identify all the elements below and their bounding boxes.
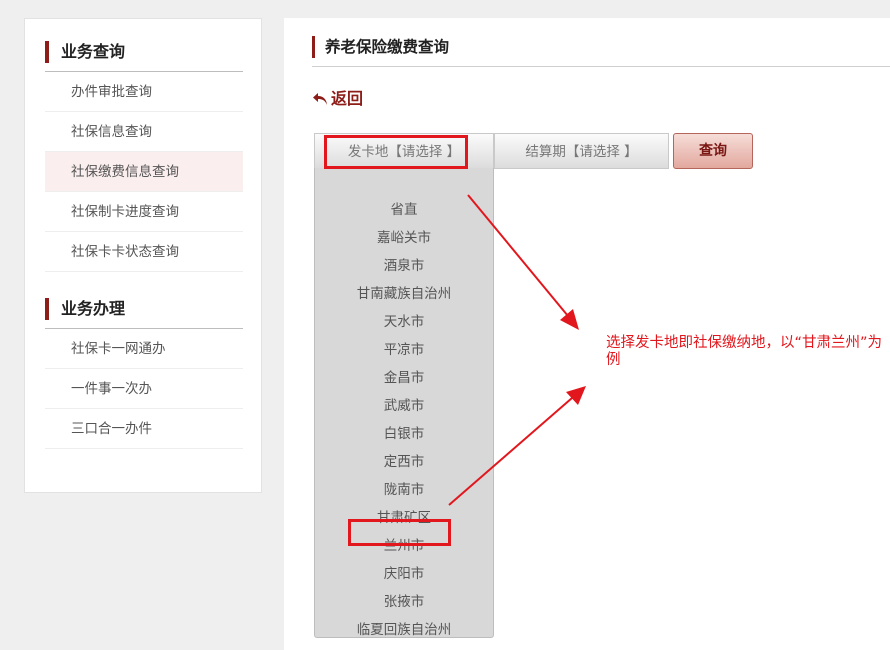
title-divider	[312, 66, 890, 67]
dropdown-option[interactable]: 张掖市	[315, 588, 493, 616]
section-title-handling: 业务办理	[45, 298, 125, 320]
annotation-text: 选择发卡地即社保缴纳地，以“甘肃兰州”为例	[606, 335, 883, 368]
sidebar-item-card-progress-query[interactable]: 社保制卡进度查询	[45, 192, 243, 232]
sidebar-item-three-in-one[interactable]: 三口合一办件	[45, 409, 243, 449]
dropdown-option[interactable]: 庆阳市	[315, 560, 493, 588]
dropdown-option[interactable]: 甘南藏族自治州	[315, 280, 493, 308]
dropdown-option[interactable]: 陇南市	[315, 476, 493, 504]
dropdown-option[interactable]: 天水市	[315, 308, 493, 336]
card-location-dropdown: 省直 嘉峪关市 酒泉市 甘南藏族自治州 天水市 平凉市 金昌市 武威市 白银市 …	[314, 168, 494, 638]
dropdown-option[interactable]: 定西市	[315, 448, 493, 476]
back-arrow-icon	[313, 93, 327, 105]
dropdown-option[interactable]: 酒泉市	[315, 252, 493, 280]
page-title: 养老保险缴费查询	[312, 36, 449, 58]
dropdown-option[interactable]: 金昌市	[315, 364, 493, 392]
sidebar: 业务查询 办件审批查询 社保信息查询 社保缴费信息查询 社保制卡进度查询 社保卡…	[24, 18, 262, 493]
sidebar-item-approval-query[interactable]: 办件审批查询	[45, 72, 243, 112]
sidebar-item-one-matter[interactable]: 一件事一次办	[45, 369, 243, 409]
main-panel: 养老保险缴费查询 返回 发卡地【请选择 】 结算期【请选择 】 查询 省直 嘉峪…	[284, 18, 890, 650]
sidebar-item-card-status-query[interactable]: 社保卡卡状态查询	[45, 232, 243, 272]
sidebar-item-social-info-query[interactable]: 社保信息查询	[45, 112, 243, 152]
dropdown-option[interactable]: 白银市	[315, 420, 493, 448]
section-title-query: 业务查询	[45, 41, 125, 63]
dropdown-option[interactable]: 省直	[315, 196, 493, 224]
sidebar-item-card-online[interactable]: 社保卡一网通办	[45, 329, 243, 369]
highlight-box-card-location	[324, 135, 468, 169]
dropdown-option[interactable]: 武威市	[315, 392, 493, 420]
query-button[interactable]: 查询	[673, 133, 753, 169]
back-link[interactable]: 返回	[312, 88, 363, 110]
highlight-box-lanzhou	[348, 519, 451, 546]
dropdown-option[interactable]: 平凉市	[315, 336, 493, 364]
back-label: 返回	[331, 89, 364, 108]
dropdown-option[interactable]: 嘉峪关市	[315, 224, 493, 252]
sidebar-item-payment-query[interactable]: 社保缴费信息查询	[45, 152, 243, 192]
dropdown-option[interactable]: 临夏回族自治州	[315, 616, 493, 644]
settlement-period-select[interactable]: 结算期【请选择 】	[494, 133, 669, 169]
